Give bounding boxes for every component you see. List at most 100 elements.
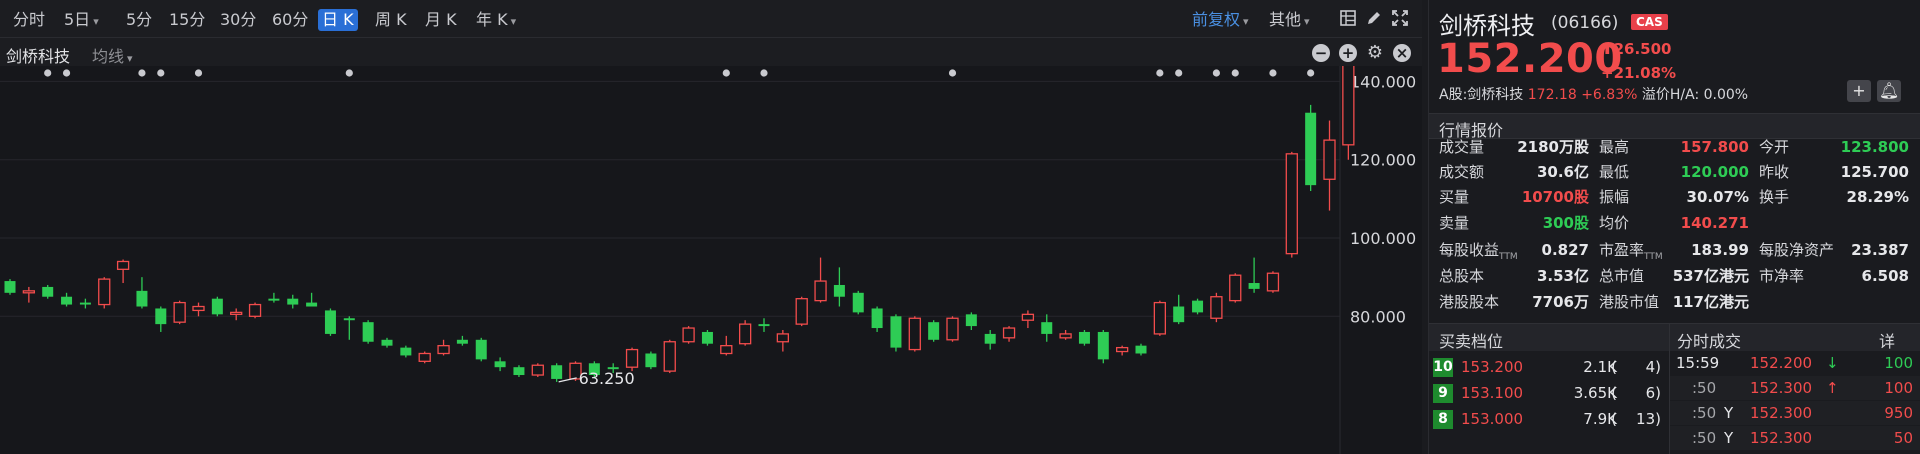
trade-price: 152.300 — [1750, 379, 1813, 397]
stat-label-text: 最低 — [1599, 163, 1630, 181]
candle-body-down — [1248, 283, 1260, 289]
trade-row: 15:59 152.200 ↓ 100 — [1670, 351, 1920, 375]
candle-body-down — [645, 353, 657, 368]
stat-label-text: 成交额 — [1439, 163, 1485, 181]
event-dot — [1212, 69, 1220, 77]
event-dot — [1307, 69, 1315, 77]
stat-value: 6.508 — [1861, 267, 1909, 285]
stat-15: 总股本 3.53亿 — [1439, 266, 1589, 286]
stat-label-text: 成交量 — [1439, 138, 1485, 156]
period-tab-5day[interactable]: 5日 ▾ — [60, 9, 103, 31]
candle-body-up — [116, 260, 130, 270]
stat-3: 成交额 30.6亿 — [1439, 162, 1589, 182]
ma-indicator-dropdown[interactable]: 均线 ▾ — [92, 43, 133, 67]
candle-body-down — [324, 310, 336, 334]
stat-value: 3.53亿 — [1536, 267, 1589, 285]
zoom-out-icon[interactable]: − — [1312, 44, 1330, 62]
trade-time: :50 — [1692, 379, 1717, 397]
candle-body-up — [98, 278, 111, 306]
period-tab-5min[interactable]: 5分 — [122, 9, 156, 31]
candle-body-down — [871, 308, 883, 329]
candle-body-down — [306, 302, 318, 307]
add-watchlist-button[interactable]: + — [1847, 80, 1871, 102]
close-icon[interactable]: × — [1393, 44, 1411, 62]
candle-body-up — [192, 305, 205, 312]
fullscreen-icon[interactable] — [1390, 10, 1410, 30]
up-arrow-icon: ⬆ — [1601, 40, 1614, 58]
stat-value: 300股 — [1542, 214, 1589, 232]
trade-type: Y — [1724, 404, 1734, 422]
event-dot — [157, 69, 165, 77]
candlestick-chart[interactable]: 80.000100.000120.000140.000157.80063.250 — [0, 66, 1422, 454]
stat-label-text: 卖量 — [1439, 214, 1470, 232]
stat-12: 每股收益TTM 0.827 — [1439, 240, 1589, 262]
chevron-down-icon: ▾ — [1243, 15, 1249, 28]
candle-body-down — [211, 298, 223, 315]
stat-label: 港股股本 — [1439, 292, 1499, 312]
candle-body-up — [1116, 346, 1129, 353]
stat-4: 最低 120.000 — [1599, 162, 1749, 182]
stat-13: 市盈率TTM 183.99 — [1599, 240, 1749, 262]
stat-label: 卖量 — [1439, 213, 1469, 233]
order-row[interactable]: 10 153.200 2.1K( 4) — [1429, 355, 1669, 379]
layout-grid-icon[interactable] — [1338, 10, 1358, 30]
stat-label-text: 总市值 — [1599, 267, 1645, 285]
candle-body-up — [22, 290, 36, 294]
candle-body-down — [268, 298, 280, 301]
chevron-down-icon: ▾ — [127, 52, 133, 65]
stat-label: 今开 — [1759, 137, 1789, 157]
stat-label: 均价 — [1599, 213, 1629, 233]
period-tab-year[interactable]: 年 K ▾ — [472, 9, 520, 31]
period-tab-month[interactable]: 月 K — [421, 9, 461, 31]
candle-body-up — [437, 345, 450, 355]
candle-body-up — [248, 303, 262, 317]
stat-value: 537亿港元 — [1672, 267, 1749, 285]
others-dropdown[interactable]: 其他 ▾ — [1269, 9, 1310, 33]
y-tick-label: 80.000 — [1350, 307, 1406, 326]
stat-value: 30.07% — [1686, 188, 1749, 206]
candle-body-up — [1210, 296, 1223, 319]
trade-row: :50 Y 152.300 950 — [1670, 401, 1920, 425]
period-tab-30min[interactable]: 30分 — [216, 9, 260, 31]
alert-bell-icon[interactable]: 🔔︎ — [1877, 80, 1901, 102]
zoom-in-icon[interactable]: + — [1339, 44, 1357, 62]
settings-gear-icon[interactable]: ⚙ — [1366, 44, 1384, 62]
stat-17: 市净率 6.508 — [1759, 266, 1909, 286]
candle-body-up — [795, 298, 808, 325]
event-dot — [948, 69, 957, 77]
order-count: ( 6) — [1611, 384, 1661, 402]
stat-label: 成交量 — [1439, 137, 1484, 157]
price-change-value: 26.500 — [1613, 40, 1672, 58]
candle-body-up — [720, 345, 733, 355]
candle-body-up — [1059, 333, 1072, 339]
price-change-percent: +21.08% — [1601, 64, 1677, 82]
order-price: 153.100 — [1461, 384, 1524, 402]
event-dot — [722, 69, 730, 77]
stat-label: 港股市值 — [1599, 292, 1659, 312]
period-tab-60min[interactable]: 60分 — [268, 9, 312, 31]
candle-body-up — [1153, 301, 1166, 335]
trade-type: Y — [1724, 429, 1734, 447]
candle-body-up — [814, 280, 827, 302]
period-tab-15min[interactable]: 15分 — [165, 9, 209, 31]
draw-pen-icon[interactable] — [1364, 10, 1384, 30]
stat-14: 每股净资产 23.387 — [1759, 240, 1909, 260]
period-tab-week[interactable]: 周 K — [371, 9, 411, 31]
candle-body-down — [4, 281, 16, 293]
candle-body-up — [663, 341, 676, 372]
event-dot — [194, 69, 203, 77]
candle-body-up — [1021, 313, 1035, 321]
order-row[interactable]: 8 153.000 7.9K( 13) — [1429, 407, 1669, 431]
stat-label-text: 振幅 — [1599, 188, 1630, 206]
ttm-label: TTM — [1499, 252, 1518, 262]
event-dot — [138, 69, 146, 77]
candle-body-down — [362, 322, 374, 342]
detail-button[interactable]: 详 — [1879, 328, 1895, 352]
stat-label: 昨收 — [1759, 162, 1789, 182]
adjust-dropdown[interactable]: 前复权 ▾ — [1192, 9, 1249, 33]
period-tab-intraday[interactable]: 分时 — [9, 9, 49, 31]
stat-value: 157.800 — [1680, 138, 1749, 156]
order-row[interactable]: 9 153.100 3.65K( 6) — [1429, 381, 1669, 405]
period-tab-day[interactable]: 日 K — [318, 9, 358, 31]
trade-time: 15:59 — [1676, 354, 1720, 372]
